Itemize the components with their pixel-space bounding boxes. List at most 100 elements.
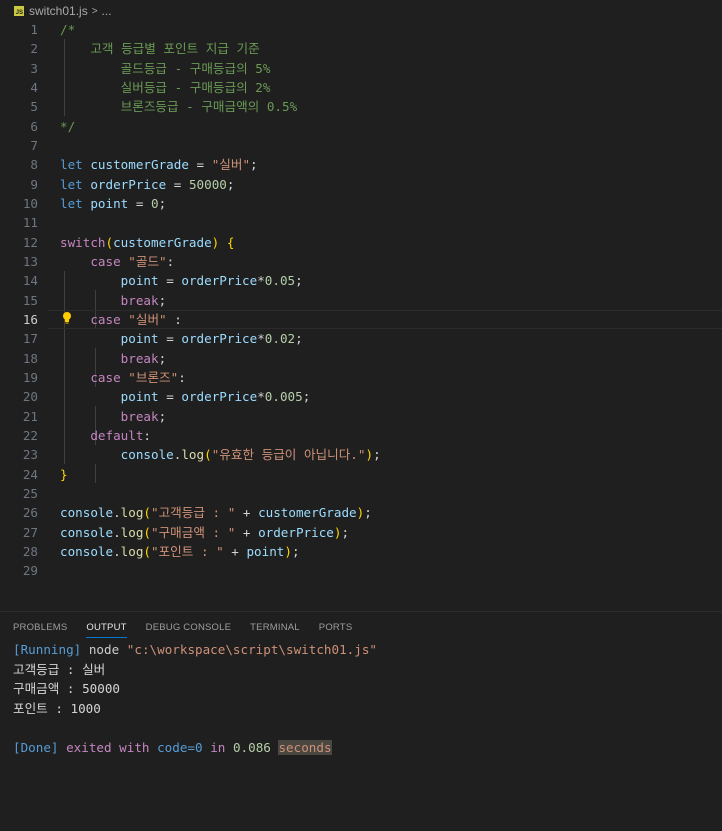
code-text[interactable]: switch(customerGrade) { bbox=[60, 233, 234, 252]
code-text[interactable]: break; bbox=[60, 407, 167, 426]
tab-terminal[interactable]: TERMINAL bbox=[250, 612, 300, 640]
code-text[interactable]: point = orderPrice*0.05; bbox=[60, 271, 303, 290]
code-line[interactable]: 11 bbox=[0, 213, 722, 232]
line-number[interactable]: 27 bbox=[0, 523, 38, 542]
breadcrumb-file[interactable]: switch01.js bbox=[29, 4, 88, 18]
code-line[interactable]: 21 break; bbox=[0, 407, 722, 426]
code-text[interactable]: console.log("고객등급 : " + customerGrade); bbox=[60, 503, 372, 522]
breadcrumb[interactable]: JS switch01.js > ... bbox=[0, 0, 722, 22]
line-number[interactable]: 11 bbox=[0, 213, 38, 232]
code-text[interactable]: console.log("유효한 등급이 아닙니다."); bbox=[60, 445, 381, 464]
code-line[interactable]: 2 고객 등급별 포인트 지급 기준 bbox=[0, 39, 722, 58]
code-line[interactable]: 8 let customerGrade = "실버"; bbox=[0, 155, 722, 174]
tab-output[interactable]: OUTPUT bbox=[86, 612, 127, 640]
line-number[interactable]: 8 bbox=[0, 155, 38, 174]
line-number[interactable]: 5 bbox=[0, 97, 38, 116]
code-line[interactable]: 10 let point = 0; bbox=[0, 194, 722, 213]
tab-problems[interactable]: PROBLEMS bbox=[13, 612, 67, 640]
code-text[interactable]: let point = 0; bbox=[60, 194, 166, 213]
line-number[interactable]: 3 bbox=[0, 59, 38, 78]
code-line[interactable]: 25 bbox=[0, 484, 722, 503]
code-line[interactable]: 4 실버등급 - 구매등급의 2% bbox=[0, 78, 722, 97]
code-line[interactable]: 22 default: bbox=[0, 426, 722, 445]
code-text[interactable]: 실버등급 - 구매등급의 2% bbox=[60, 78, 271, 97]
code-text[interactable]: console.log("구매금액 : " + orderPrice); bbox=[60, 523, 349, 542]
code-text[interactable]: 고객 등급별 포인트 지급 기준 bbox=[60, 39, 259, 58]
code-line[interactable]: 15 break; bbox=[0, 291, 722, 310]
line-number[interactable]: 12 bbox=[0, 233, 38, 252]
code-lines[interactable]: 1/* 2 고객 등급별 포인트 지급 기준 3 골드등급 - 구매등급의 5% 4 … bbox=[0, 20, 722, 581]
code-text[interactable]: 골드등급 - 구매등급의 5% bbox=[60, 59, 271, 78]
code-line[interactable]: 12 switch(customerGrade) { bbox=[0, 233, 722, 252]
line-number[interactable]: 2 bbox=[0, 39, 38, 58]
code-text[interactable]: let customerGrade = "실버"; bbox=[60, 155, 258, 174]
running-command: node bbox=[88, 642, 120, 657]
code-editor[interactable]: 1/* 2 고객 등급별 포인트 지급 기준 3 골드등급 - 구매등급의 5% 4 … bbox=[0, 20, 722, 610]
js-file-icon: JS bbox=[14, 6, 24, 16]
tab-debug-console[interactable]: DEBUG CONSOLE bbox=[146, 612, 231, 640]
code-line[interactable]: 16 case "실버" : bbox=[0, 309, 722, 330]
code-text[interactable]: point = orderPrice*0.005; bbox=[60, 387, 311, 406]
line-number[interactable]: 14 bbox=[0, 271, 38, 290]
line-number[interactable]: 26 bbox=[0, 503, 38, 522]
done-unit: seconds bbox=[278, 739, 332, 755]
code-line[interactable]: 13 case "골드": bbox=[0, 252, 722, 271]
code-text[interactable]: case "실버" : bbox=[60, 310, 181, 329]
line-number[interactable]: 4 bbox=[0, 78, 38, 97]
code-line[interactable]: 19 case "브론즈": bbox=[0, 368, 722, 387]
line-number[interactable]: 24 bbox=[0, 465, 38, 484]
code-text[interactable]: point = orderPrice*0.02; bbox=[60, 329, 303, 348]
line-number[interactable]: 22 bbox=[0, 426, 38, 445]
code-text[interactable]: let orderPrice = 50000; bbox=[60, 175, 234, 194]
code-text[interactable]: case "브론즈": bbox=[60, 368, 185, 387]
line-number[interactable]: 20 bbox=[0, 387, 38, 406]
line-number[interactable]: 1 bbox=[0, 20, 38, 39]
code-text[interactable]: console.log("포인트 : " + point); bbox=[60, 542, 300, 561]
line-number[interactable]: 18 bbox=[0, 349, 38, 368]
line-number[interactable]: 13 bbox=[0, 252, 38, 271]
line-number[interactable]: 6 bbox=[0, 117, 38, 136]
code-line[interactable]: 5 브론즈등급 - 구매금액의 0.5% bbox=[0, 97, 722, 116]
line-number[interactable]: 28 bbox=[0, 542, 38, 561]
code-line[interactable]: 9 let orderPrice = 50000; bbox=[0, 175, 722, 194]
code-line[interactable]: 6 */ bbox=[0, 117, 722, 136]
code-line[interactable]: 3 골드등급 - 구매등급의 5% bbox=[0, 59, 722, 78]
code-text[interactable]: break; bbox=[60, 349, 167, 368]
code-line[interactable]: 7 bbox=[0, 136, 722, 155]
code-line[interactable]: 26 console.log("고객등급 : " + customerGrade)… bbox=[0, 503, 722, 522]
code-line[interactable]: 14 point = orderPrice*0.05; bbox=[0, 271, 722, 290]
line-number[interactable]: 17 bbox=[0, 329, 38, 348]
code-text[interactable]: } bbox=[60, 465, 68, 484]
line-number[interactable]: 9 bbox=[0, 175, 38, 194]
code-line[interactable]: 18 break; bbox=[0, 349, 722, 368]
line-number[interactable]: 10 bbox=[0, 194, 38, 213]
code-text[interactable]: */ bbox=[60, 117, 75, 136]
code-text[interactable]: case "골드": bbox=[60, 252, 174, 271]
breadcrumb-symbol[interactable]: ... bbox=[102, 4, 112, 18]
line-number[interactable]: 16 bbox=[0, 310, 38, 329]
line-number[interactable]: 21 bbox=[0, 407, 38, 426]
code-line[interactable]: 23 console.log("유효한 등급이 아닙니다."); bbox=[0, 445, 722, 464]
code-line[interactable]: 28 console.log("포인트 : " + point); bbox=[0, 542, 722, 561]
code-line[interactable]: 1 /* bbox=[0, 20, 722, 39]
done-text: exited with bbox=[66, 739, 150, 755]
line-number[interactable]: 7 bbox=[0, 136, 38, 155]
code-line[interactable]: 24} bbox=[0, 465, 722, 484]
code-text[interactable]: break; bbox=[60, 291, 167, 310]
line-number[interactable]: 19 bbox=[0, 368, 38, 387]
code-line[interactable]: 27 console.log("구매금액 : " + orderPrice); bbox=[0, 523, 722, 542]
line-number[interactable]: 29 bbox=[0, 561, 38, 580]
code-text[interactable]: 브론즈등급 - 구매금액의 0.5% bbox=[60, 97, 298, 116]
code-line[interactable]: 29 bbox=[0, 561, 722, 580]
code-text[interactable]: /* bbox=[60, 20, 75, 39]
output-log[interactable]: [Running] node "c:\workspace\script\swit… bbox=[13, 640, 713, 758]
code-text[interactable]: default: bbox=[60, 426, 151, 445]
tab-ports[interactable]: PORTS bbox=[319, 612, 353, 640]
output-line: 포인트 : 1000 bbox=[13, 700, 101, 716]
line-number[interactable]: 15 bbox=[0, 291, 38, 310]
panel-tabs: PROBLEMS OUTPUT DEBUG CONSOLE TERMINAL P… bbox=[0, 612, 722, 640]
line-number[interactable]: 25 bbox=[0, 484, 38, 503]
code-line[interactable]: 20 point = orderPrice*0.005; bbox=[0, 387, 722, 406]
line-number[interactable]: 23 bbox=[0, 445, 38, 464]
code-line[interactable]: 17 point = orderPrice*0.02; bbox=[0, 329, 722, 348]
